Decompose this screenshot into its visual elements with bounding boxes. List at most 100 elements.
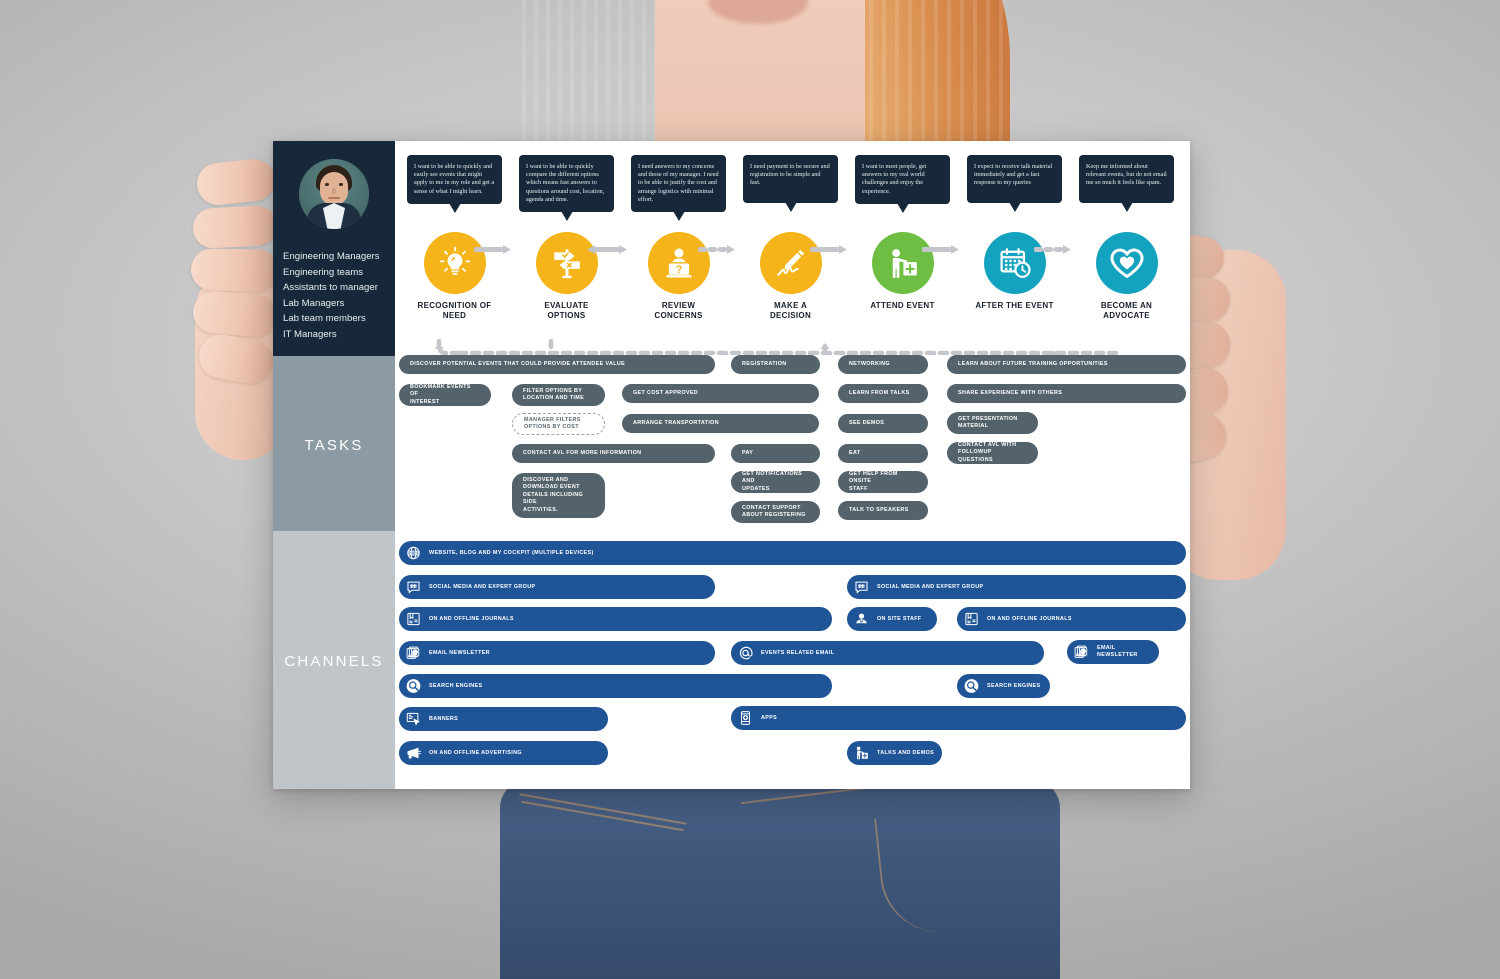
task-chip[interactable]: FILTER OPTIONS BY LOCATION AND TIME (512, 384, 605, 406)
person-question-icon: ? (647, 232, 710, 294)
staff-person-icon (853, 611, 870, 628)
channel-chip[interactable]: BANNERS (399, 707, 608, 731)
task-chip[interactable]: LEARN FROM TALKS (838, 384, 928, 403)
newsletter-icon: @ (405, 645, 422, 662)
search-icon (963, 678, 980, 695)
customer-journey-poster: Engineering Managers Engineering teams A… (273, 141, 1190, 789)
persona-role-list: Engineering Managers Engineering teams A… (283, 249, 393, 343)
task-chip[interactable]: GET HELP FROM ONSITE STAFF (838, 471, 928, 493)
globe-icon (405, 545, 422, 562)
task-chip[interactable]: EAT (838, 444, 928, 463)
chat-hash-icon (853, 579, 870, 596)
stage-name: EVALUATE OPTIONS (544, 301, 589, 320)
channel-label: WEBSITE, BLOG AND MY COCKPIT (MULTIPLE D… (429, 549, 594, 556)
poster-left-rail: Engineering Managers Engineering teams A… (273, 141, 395, 789)
heart-icon (1095, 232, 1158, 294)
megaphone-icon (405, 745, 422, 762)
channel-label: EVENTS RELATED EMAIL (761, 649, 835, 656)
task-chip[interactable]: LEARN ABOUT FUTURE TRAINING OPPORTUNITIE… (947, 355, 1186, 374)
journey-stage: I expect to receive talk material immedi… (967, 155, 1062, 310)
stage-arrow-right (922, 244, 964, 255)
persona-role: Assistants to manager (283, 282, 378, 294)
channel-chip[interactable]: WEBSITE, BLOG AND MY COCKPIT (MULTIPLE D… (399, 541, 1186, 565)
channel-chip[interactable]: SOCIAL MEDIA AND EXPERT GROUP (399, 575, 715, 599)
persona-role: Engineering Managers (283, 251, 380, 262)
stage-name: REVIEW CONCERNS (654, 301, 703, 320)
channel-label: SEARCH ENGINES (429, 682, 483, 689)
journey-stage: I want to be able to quickly compare the… (519, 155, 614, 320)
channels-section-label: CHANNELS (284, 653, 384, 670)
journal-icon (405, 611, 422, 628)
persona-role: Lab team members (283, 313, 366, 325)
newsletter-icon: @ (1073, 644, 1090, 661)
channel-chip[interactable]: SEARCH ENGINES (399, 674, 832, 698)
persona-panel: Engineering Managers Engineering teams A… (273, 141, 395, 356)
task-chip[interactable]: MANAGER FILTERS OPTIONS BY COST (512, 413, 605, 435)
lightbulb-icon (423, 232, 486, 294)
task-chip[interactable]: SEE DEMOS (838, 414, 928, 433)
journey-stage: I need answers to my concerns and those … (631, 155, 726, 320)
persona-role: IT Managers (283, 328, 337, 340)
persona-role: Engineering teams (283, 266, 363, 278)
pencil-signature-icon (759, 232, 822, 294)
presenter-icon (853, 745, 870, 762)
journey-stage: Keep me informed about relevant events, … (1079, 155, 1174, 320)
channel-label: SOCIAL MEDIA AND EXPERT GROUP (877, 583, 984, 590)
task-chip[interactable]: GET COST APPROVED (622, 384, 819, 403)
channel-chip[interactable]: @ EMAIL NEWSLETTER (399, 641, 715, 665)
chat-hash-icon (405, 579, 422, 596)
svg-text:?: ? (675, 264, 681, 276)
channel-label: ON AND OFFLINE ADVERTISING (429, 749, 522, 756)
task-chip[interactable]: REGISTRATION (731, 355, 820, 374)
signpost-icon (535, 232, 598, 294)
task-chip[interactable]: PAY (731, 444, 820, 463)
poster-body: I want to be able to quickly and easily … (395, 141, 1190, 789)
channel-chip[interactable]: APPS (731, 706, 1186, 730)
task-chip[interactable]: DISCOVER AND DOWNLOAD EVENT DETAILS INCL… (512, 473, 605, 518)
banner-cursor-icon (405, 711, 422, 728)
channel-label: BANNERS (429, 715, 459, 722)
presenter-icon (871, 232, 934, 294)
stage-name: BECOME AN ADVOCATE (1100, 301, 1153, 320)
channel-chip[interactable]: SEARCH ENGINES (957, 674, 1050, 698)
channel-chip[interactable]: ON SITE STAFF (847, 607, 937, 631)
channel-chip[interactable]: @ EMAIL NEWSLETTER (1067, 640, 1159, 664)
task-chip[interactable]: CONTACT SUPPORT ABOUT REGISTERING (731, 501, 820, 523)
stage-name: MAKE A DECISION (769, 301, 812, 320)
channel-chip[interactable]: TALKS AND DEMOS (847, 741, 942, 765)
task-chip[interactable]: TALK TO SPEAKERS (838, 501, 928, 520)
channel-label: EMAIL NEWSLETTER (1097, 645, 1138, 658)
channel-chip[interactable]: EVENTS RELATED EMAIL (731, 641, 1044, 665)
task-chip[interactable]: DISCOVER POTENTIAL EVENTS THAT COULD PRO… (399, 355, 715, 374)
task-chip[interactable]: ARRANGE TRANSPORTATION (622, 414, 819, 433)
stage-quote-bubble: I need answers to my concerns and those … (631, 155, 726, 222)
task-chip[interactable]: NETWORKING (838, 355, 928, 374)
task-chip[interactable]: CONTACT AVL FOR MORE INFORMATION (512, 444, 715, 463)
avatar (299, 159, 369, 229)
task-chip[interactable]: GET NOTIFICATIONS AND UPDATES (731, 471, 820, 493)
stage-name: RECOGNITION OF NEED (417, 301, 492, 320)
calendar-clock-icon (983, 232, 1046, 294)
channel-chip[interactable]: ON AND OFFLINE JOURNALS (399, 607, 832, 631)
at-sign-icon (737, 645, 754, 662)
stage-name: AFTER THE EVENT (975, 301, 1054, 310)
mobile-app-icon (737, 710, 754, 727)
journey-stage: I want to meet people, get answers to my… (855, 155, 950, 310)
search-icon (405, 678, 422, 695)
stage-arrow-dashed (1034, 244, 1076, 255)
tasks-section-label: TASKS (304, 437, 364, 454)
channel-chip[interactable]: ON AND OFFLINE JOURNALS (957, 607, 1186, 631)
channel-chip[interactable]: ON AND OFFLINE ADVERTISING (399, 741, 608, 765)
channel-label: ON AND OFFLINE JOURNALS (429, 615, 514, 622)
channel-label: SOCIAL MEDIA AND EXPERT GROUP (429, 583, 536, 590)
channel-chip[interactable]: SOCIAL MEDIA AND EXPERT GROUP (847, 575, 1186, 599)
task-chip[interactable]: GET PRESENTATION MATERIAL (947, 412, 1038, 434)
channel-label: SEARCH ENGINES (987, 682, 1041, 689)
channel-label: EMAIL NEWSLETTER (429, 649, 490, 656)
stage-quote-bubble: I want to be able to quickly compare the… (519, 155, 614, 222)
task-chip[interactable]: SHARE EXPERIENCE WITH OTHERS (947, 384, 1186, 403)
task-chip[interactable]: BOOKMARK EVENTS OF INTEREST (399, 384, 491, 406)
stage-quote-bubble: I want to meet people, get answers to my… (855, 155, 950, 213)
task-chip[interactable]: CONTACT AVL WITH FOLLOWUP QUESTIONS (947, 442, 1038, 464)
journey-stage: I want to be able to quickly and easily … (407, 155, 502, 320)
